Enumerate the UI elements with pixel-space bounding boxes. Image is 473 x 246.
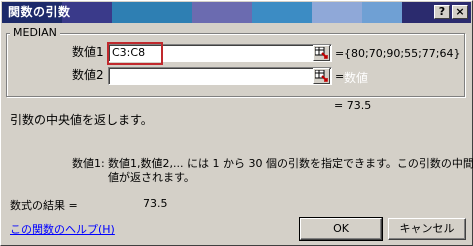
cancel-button[interactable]: キャンセル bbox=[388, 218, 466, 240]
arg1-focus-highlight bbox=[107, 42, 163, 65]
arg2-label: 数値2 bbox=[72, 68, 104, 82]
formula-result-value: 73.5 bbox=[143, 197, 168, 210]
ok-button[interactable]: OK bbox=[299, 217, 383, 241]
help-link[interactable]: この関数のヘルプ(H) bbox=[10, 221, 115, 237]
range-selector-icon[interactable] bbox=[313, 45, 330, 61]
range-selector-icon[interactable] bbox=[313, 68, 330, 84]
function-name-label: MEDIAN bbox=[10, 27, 60, 39]
title-bar[interactable]: 関数の引数 ? × bbox=[2, 2, 471, 23]
help-icon[interactable]: ? bbox=[434, 5, 450, 19]
function-result: = 73.5 bbox=[334, 99, 372, 112]
arg2-input[interactable] bbox=[108, 67, 332, 85]
arg-help-label: 数値1: bbox=[72, 157, 105, 170]
arg1-result: {80;70;90;55;77;64} bbox=[344, 47, 461, 60]
arg-help-text-2: 値が返されます。 bbox=[108, 171, 195, 184]
arg2-result: 数値 bbox=[344, 71, 369, 85]
function-description: 引数の中央値を返します。 bbox=[10, 113, 153, 127]
formula-result-label: 数式の結果 = bbox=[10, 199, 78, 212]
dialog-window: 関数の引数 ? × MEDIAN 数値1 C3:C8 = {80;70;90;5… bbox=[0, 0, 473, 246]
arg1-label: 数値1 bbox=[72, 45, 104, 59]
arg1-equals: = bbox=[335, 47, 345, 60]
arg2-equals: = bbox=[335, 70, 345, 83]
dialog-title: 関数の引数 bbox=[8, 5, 71, 19]
arguments-group bbox=[6, 33, 465, 97]
close-icon[interactable]: × bbox=[452, 5, 468, 19]
